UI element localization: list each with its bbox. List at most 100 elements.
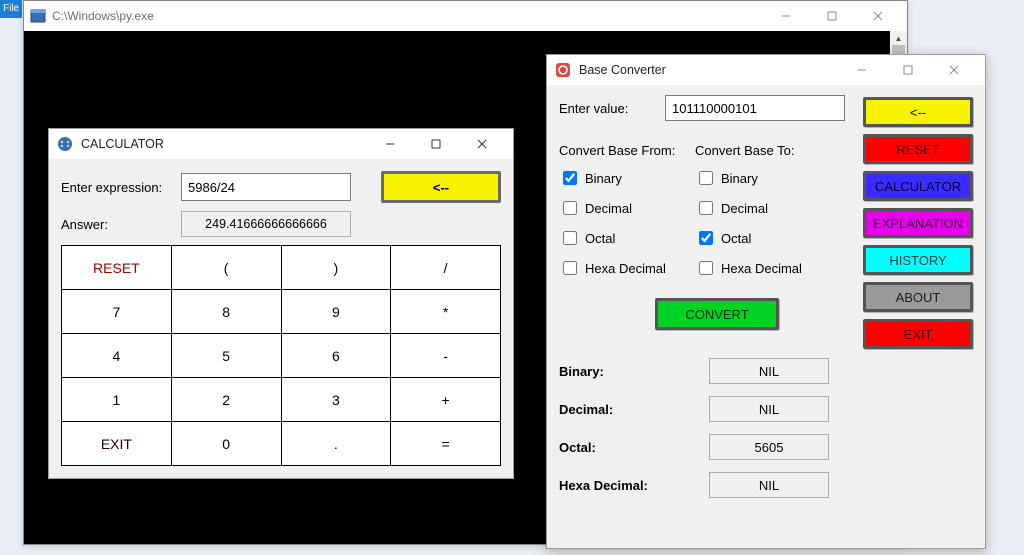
answer-display: 249.41666666666666 [181, 211, 351, 237]
to-decimal-box[interactable] [699, 201, 713, 215]
to-header: Convert Base To: [695, 143, 831, 158]
close-button[interactable] [855, 2, 901, 30]
from-binary-checkbox[interactable]: Binary [559, 168, 695, 188]
result-binary-label: Binary: [559, 364, 709, 379]
from-decimal-box[interactable] [563, 201, 577, 215]
from-column: Convert Base From: Binary Decimal Octal … [559, 143, 695, 288]
converter-window-controls [839, 56, 977, 84]
from-octal-checkbox[interactable]: Octal [559, 228, 695, 248]
console-title: C:\Windows\py.exe [52, 9, 763, 23]
to-binary-checkbox[interactable]: Binary [695, 168, 831, 188]
console-titlebar[interactable]: C:\Windows\py.exe [24, 1, 907, 31]
from-binary-label: Binary [585, 171, 622, 186]
converter-titlebar[interactable]: Base Converter [547, 55, 985, 85]
desktop: File C:\Windows\py.exe ▲ ▼ CALCULAT [0, 0, 1024, 555]
to-decimal-label: Decimal [721, 201, 768, 216]
divide-button[interactable]: / [391, 246, 501, 290]
close-button[interactable] [459, 130, 505, 158]
right-paren-button[interactable]: ) [281, 246, 391, 290]
calculator-title: CALCULATOR [81, 137, 367, 151]
result-octal-label: Octal: [559, 440, 709, 455]
from-hex-checkbox[interactable]: Hexa Decimal [559, 258, 695, 278]
equals-button[interactable]: = [391, 422, 501, 466]
maximize-button[interactable] [809, 2, 855, 30]
to-octal-label: Octal [721, 231, 751, 246]
from-binary-box[interactable] [563, 171, 577, 185]
key-9[interactable]: 9 [281, 290, 391, 334]
side-buttons: <-- RESET CALCULATOR EXPLANATION HISTORY… [863, 97, 973, 349]
to-octal-box[interactable] [699, 231, 713, 245]
expression-label: Enter expression: [61, 180, 181, 195]
close-button[interactable] [931, 56, 977, 84]
decimal-button[interactable]: . [281, 422, 391, 466]
enter-value-input[interactable] [665, 95, 845, 121]
result-decimal-label: Decimal: [559, 402, 709, 417]
converter-icon [555, 62, 571, 78]
history-button[interactable]: HISTORY [863, 245, 973, 275]
to-binary-box[interactable] [699, 171, 713, 185]
left-paren-button[interactable]: ( [171, 246, 281, 290]
calculator-button[interactable]: CALCULATOR [863, 171, 973, 201]
back-button[interactable]: <-- [863, 97, 973, 127]
from-decimal-checkbox[interactable]: Decimal [559, 198, 695, 218]
result-hex-label: Hexa Decimal: [559, 478, 709, 493]
converter-body: Enter value: <-- RESET CALCULATOR EXPLAN… [547, 85, 985, 516]
answer-label: Answer: [61, 217, 181, 232]
to-binary-label: Binary [721, 171, 758, 186]
explanation-button[interactable]: EXPLANATION [863, 208, 973, 238]
convert-button[interactable]: CONVERT [655, 298, 779, 330]
minimize-button[interactable] [839, 56, 885, 84]
calculator-window: CALCULATOR Enter expression: <-- Answer:… [48, 128, 514, 479]
key-0[interactable]: 0 [171, 422, 281, 466]
exit-button[interactable]: EXIT [62, 422, 172, 466]
from-octal-label: Octal [585, 231, 615, 246]
background-tab: File [0, 0, 22, 18]
scrollbar-up-icon[interactable]: ▲ [890, 31, 907, 45]
calculator-window-controls [367, 130, 505, 158]
add-button[interactable]: + [391, 378, 501, 422]
expression-input[interactable] [181, 173, 351, 201]
from-hex-box[interactable] [563, 261, 577, 275]
key-2[interactable]: 2 [171, 378, 281, 422]
minimize-button[interactable] [367, 130, 413, 158]
minimize-button[interactable] [763, 2, 809, 30]
console-window-controls [763, 2, 901, 30]
to-hex-checkbox[interactable]: Hexa Decimal [695, 258, 831, 278]
keypad: RESET ( ) / 7 8 9 * 4 5 6 - [61, 245, 501, 466]
multiply-button[interactable]: * [391, 290, 501, 334]
to-hex-box[interactable] [699, 261, 713, 275]
reset-button[interactable]: RESET [863, 134, 973, 164]
key-8[interactable]: 8 [171, 290, 281, 334]
backspace-button[interactable]: <-- [381, 171, 501, 203]
from-octal-box[interactable] [563, 231, 577, 245]
key-7[interactable]: 7 [62, 290, 172, 334]
maximize-button[interactable] [413, 130, 459, 158]
calculator-icon [57, 136, 73, 152]
results: Binary: NIL Decimal: NIL Octal: 5605 Hex… [559, 358, 973, 498]
key-4[interactable]: 4 [62, 334, 172, 378]
to-hex-label: Hexa Decimal [721, 261, 802, 276]
to-decimal-checkbox[interactable]: Decimal [695, 198, 831, 218]
subtract-button[interactable]: - [391, 334, 501, 378]
enter-value-label: Enter value: [559, 101, 665, 116]
converter-title: Base Converter [579, 63, 839, 77]
exit-button[interactable]: EXIT [863, 319, 973, 349]
key-6[interactable]: 6 [281, 334, 391, 378]
key-5[interactable]: 5 [171, 334, 281, 378]
from-decimal-label: Decimal [585, 201, 632, 216]
calculator-titlebar[interactable]: CALCULATOR [49, 129, 513, 159]
key-1[interactable]: 1 [62, 378, 172, 422]
to-column: Convert Base To: Binary Decimal Octal He… [695, 143, 831, 288]
result-hex-value: NIL [709, 472, 829, 498]
result-decimal-value: NIL [709, 396, 829, 422]
about-button[interactable]: ABOUT [863, 282, 973, 312]
from-hex-label: Hexa Decimal [585, 261, 666, 276]
maximize-button[interactable] [885, 56, 931, 84]
reset-button[interactable]: RESET [62, 246, 172, 290]
result-octal-value: 5605 [709, 434, 829, 460]
result-binary-value: NIL [709, 358, 829, 384]
from-header: Convert Base From: [559, 143, 695, 158]
to-octal-checkbox[interactable]: Octal [695, 228, 831, 248]
key-3[interactable]: 3 [281, 378, 391, 422]
console-icon [30, 8, 46, 24]
